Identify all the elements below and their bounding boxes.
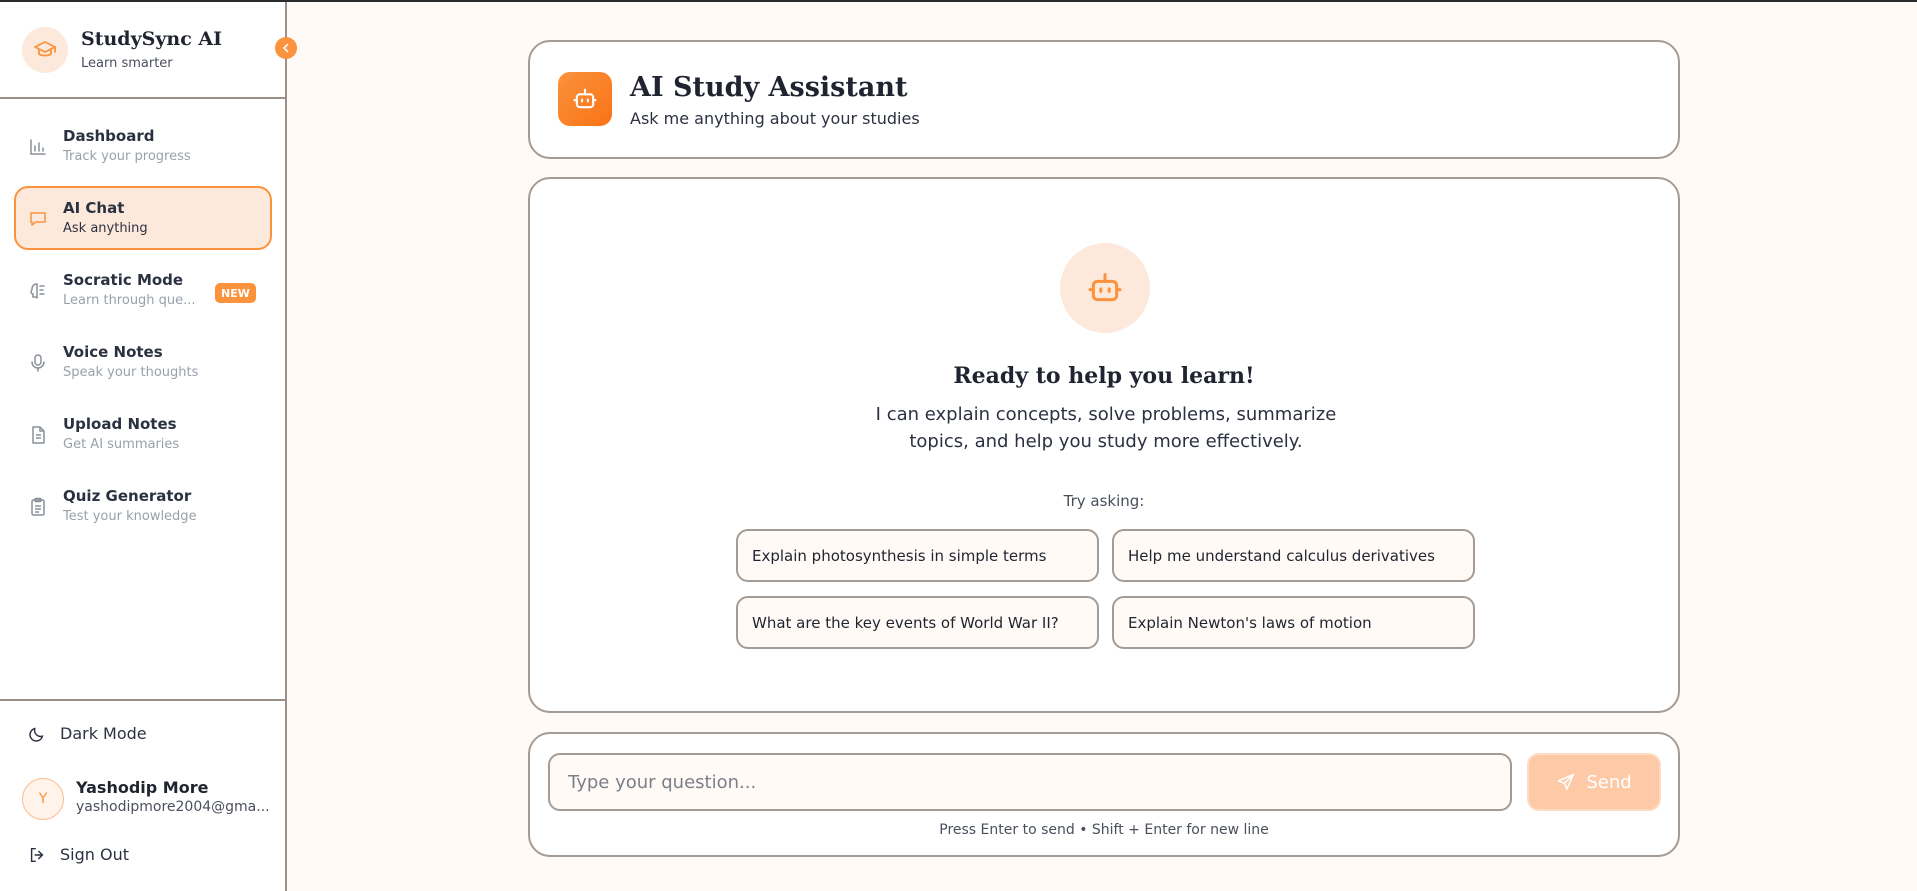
brand-subtitle: Learn smarter bbox=[81, 56, 173, 71]
sidebar-item-sublabel: Get AI summaries bbox=[63, 437, 180, 452]
sidebar: StudySync AI Learn smarter Dashboard Tra… bbox=[0, 2, 297, 891]
sidebar-item-label: Quiz Generator bbox=[63, 487, 192, 505]
collapse-sidebar-button[interactable] bbox=[275, 37, 297, 59]
sidebar-item-ai-chat[interactable]: AI Chat Ask anything bbox=[14, 186, 272, 250]
empty-state-description: I can explain concepts, solve problems, … bbox=[875, 404, 1337, 452]
sidebar-item-sublabel: Learn through que... bbox=[63, 293, 196, 308]
keyboard-hint: Press Enter to send • Shift + Enter for … bbox=[939, 822, 1269, 838]
page-subtitle: Ask me anything about your studies bbox=[630, 109, 920, 128]
sidebar-item-label: Socratic Mode bbox=[63, 271, 184, 289]
sidebar-item-quiz-generator[interactable]: Quiz Generator Test your knowledge bbox=[14, 474, 272, 538]
microphone-icon bbox=[31, 354, 45, 372]
suggestion-button[interactable]: Explain photosynthesis in simple terms bbox=[736, 529, 1099, 582]
sidebar-item-label: AI Chat bbox=[63, 199, 125, 217]
sidebar-item-sublabel: Track your progress bbox=[63, 149, 191, 164]
sidebar-footer: Dark Mode Y Yashodip More yashodipmore20… bbox=[0, 699, 285, 891]
question-input-wrapper bbox=[548, 753, 1512, 811]
brain-icon bbox=[30, 283, 45, 299]
robot-icon bbox=[1060, 243, 1150, 333]
chat-bubble-icon bbox=[30, 212, 46, 226]
avatar: Y bbox=[22, 778, 64, 820]
sidebar-item-label: Dashboard bbox=[63, 127, 155, 145]
sidebar-item-sublabel: Ask anything bbox=[63, 221, 148, 236]
question-input[interactable] bbox=[550, 755, 1510, 809]
brand-header: StudySync AI Learn smarter bbox=[0, 2, 285, 99]
page-title: AI Study Assistant bbox=[630, 72, 908, 103]
sign-out-button[interactable]: Sign Out bbox=[28, 845, 129, 864]
suggestion-button[interactable]: Explain Newton's laws of motion bbox=[1112, 596, 1475, 649]
sign-out-icon bbox=[30, 847, 44, 862]
user-name: Yashodip More bbox=[76, 778, 209, 797]
graduation-cap-icon bbox=[22, 27, 68, 73]
bar-chart-icon bbox=[30, 139, 46, 155]
send-icon bbox=[1558, 773, 1575, 790]
dark-mode-toggle[interactable]: Dark Mode bbox=[28, 724, 147, 743]
document-icon bbox=[32, 426, 45, 444]
chevron-left-icon bbox=[282, 43, 289, 53]
try-asking-label: Try asking: bbox=[1063, 492, 1145, 510]
message-composer: Send Press Enter to send • Shift + Enter… bbox=[528, 732, 1680, 857]
sign-out-label: Sign Out bbox=[60, 845, 129, 864]
send-label: Send bbox=[1586, 771, 1632, 793]
new-badge: NEW bbox=[215, 283, 256, 303]
clipboard-icon bbox=[31, 497, 45, 516]
chat-panel: Ready to help you learn! I can explain c… bbox=[528, 177, 1680, 713]
sidebar-item-upload-notes[interactable]: Upload Notes Get AI summaries bbox=[14, 402, 272, 466]
assistant-header: AI Study Assistant Ask me anything about… bbox=[528, 40, 1680, 159]
send-button[interactable]: Send bbox=[1527, 753, 1661, 811]
brand-title: StudySync AI bbox=[81, 28, 223, 50]
user-email: yashodipmore2004@gma... bbox=[76, 799, 270, 815]
sidebar-item-socratic-mode[interactable]: Socratic Mode Learn through que... NEW bbox=[14, 258, 272, 322]
empty-state-title: Ready to help you learn! bbox=[953, 363, 1255, 389]
sidebar-item-voice-notes[interactable]: Voice Notes Speak your thoughts bbox=[14, 330, 272, 394]
suggestion-button[interactable]: What are the key events of World War II? bbox=[736, 596, 1099, 649]
sidebar-item-label: Upload Notes bbox=[63, 415, 177, 433]
sidebar-item-sublabel: Speak your thoughts bbox=[63, 365, 199, 380]
robot-icon bbox=[558, 72, 612, 126]
sidebar-item-sublabel: Test your knowledge bbox=[63, 509, 197, 524]
sidebar-item-label: Voice Notes bbox=[63, 343, 163, 361]
dark-mode-label: Dark Mode bbox=[60, 724, 147, 743]
suggestion-button[interactable]: Help me understand calculus derivatives bbox=[1112, 529, 1475, 582]
sidebar-item-dashboard[interactable]: Dashboard Track your progress bbox=[14, 114, 272, 178]
moon-icon bbox=[29, 727, 44, 742]
